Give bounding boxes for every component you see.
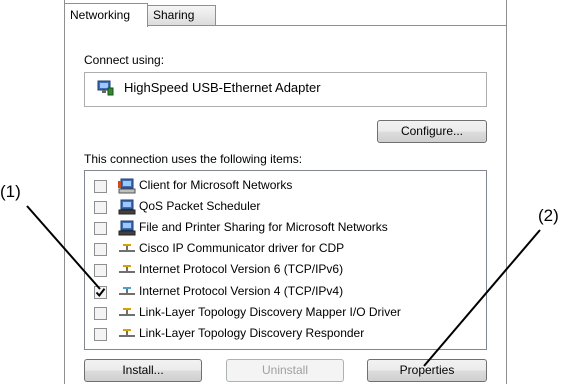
callout-line-1 bbox=[26, 205, 101, 290]
callout-lines bbox=[26, 205, 541, 367]
tab-networking[interactable]: Networking bbox=[64, 3, 148, 27]
callout-line-2 bbox=[423, 229, 541, 367]
